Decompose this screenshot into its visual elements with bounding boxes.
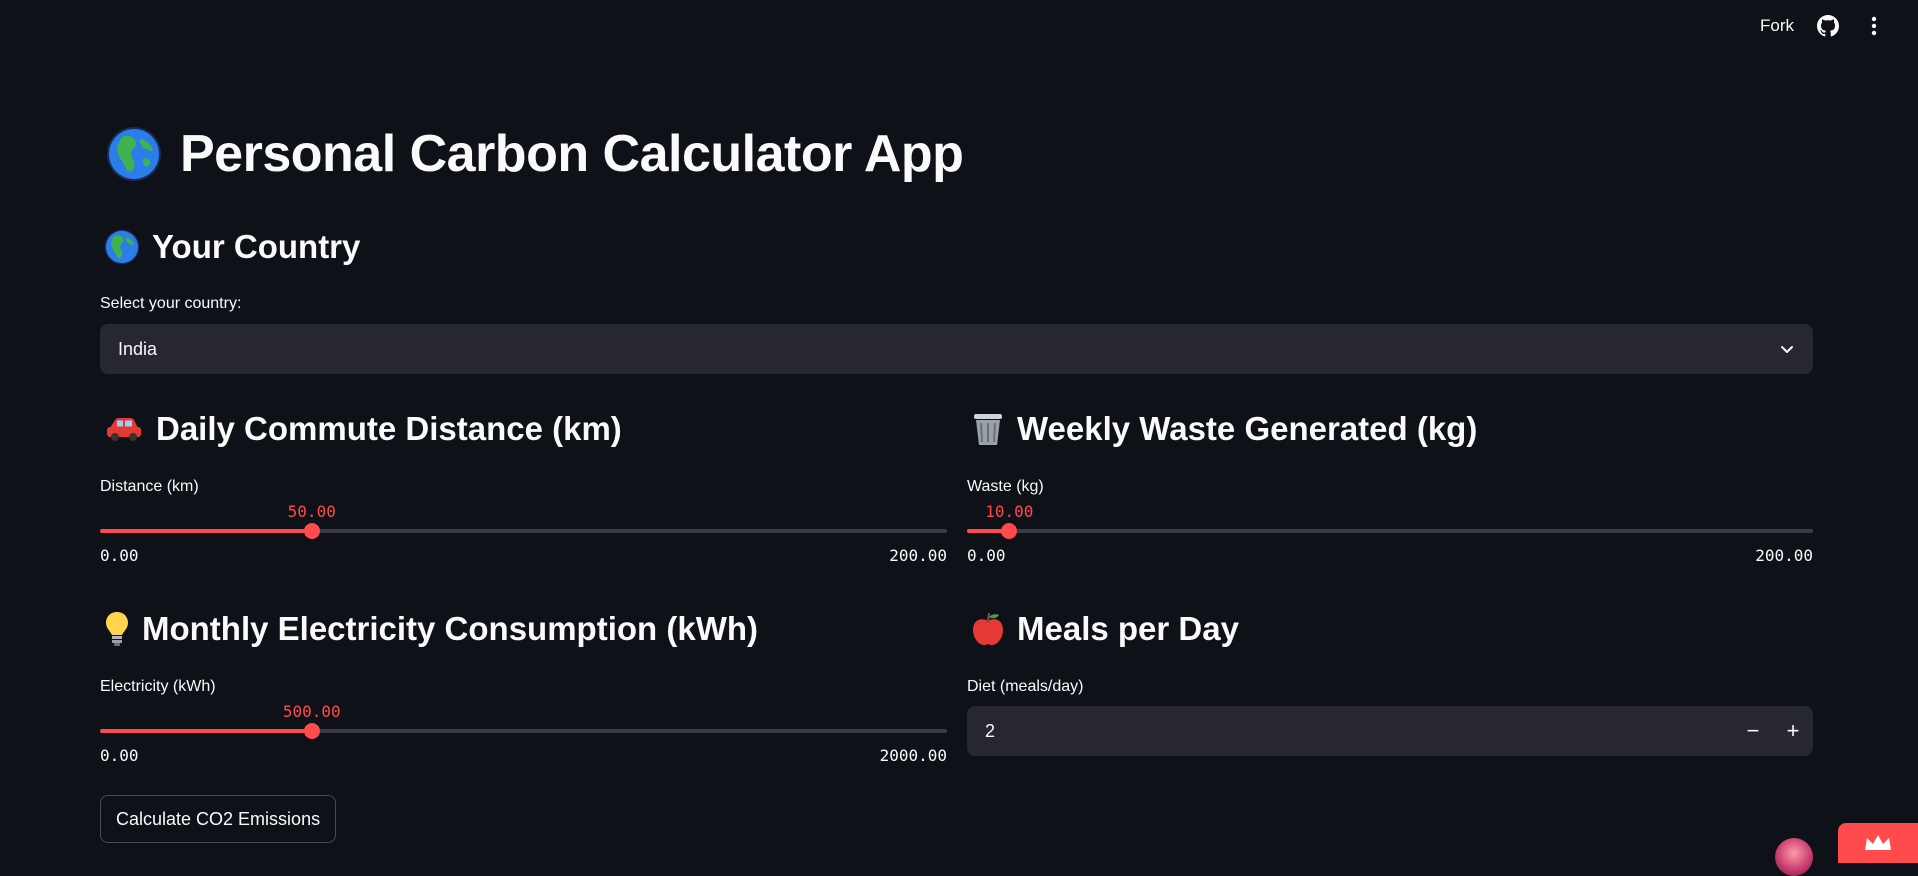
- electricity-slider[interactable]: 500.00 0.00 2000.00: [100, 698, 947, 768]
- wastebasket-icon: [974, 414, 1002, 445]
- slider-track: [967, 529, 1813, 533]
- commute-heading-text: Daily Commute Distance (km): [156, 410, 622, 447]
- crown-icon: [1865, 835, 1891, 850]
- country-heading-text: Your Country: [152, 228, 361, 265]
- light-bulb-icon: [106, 612, 128, 646]
- slider-thumb[interactable]: [303, 523, 320, 539]
- apple-icon: [973, 612, 1003, 646]
- slider-max: 200.00: [1755, 546, 1813, 565]
- page-title-row: Personal Carbon Calculator App: [106, 124, 964, 184]
- chevron-down-icon: [1781, 346, 1793, 353]
- country-select[interactable]: India: [100, 324, 1813, 374]
- country-label: Select your country:: [100, 295, 242, 312]
- slider-max: 2000.00: [879, 746, 947, 765]
- slider-fill: [100, 729, 312, 733]
- waste-label: Waste (kg): [967, 478, 1044, 495]
- slider-max: 200.00: [889, 546, 947, 565]
- slider-value: 50.00: [287, 502, 336, 521]
- meals-input-field[interactable]: [983, 719, 1733, 743]
- meals-label: Diet (meals/day): [967, 678, 1084, 695]
- decrement-button[interactable]: −: [1733, 706, 1773, 756]
- avatar[interactable]: [1775, 838, 1813, 876]
- slider-fill: [100, 529, 312, 533]
- fork-link[interactable]: Fork: [1760, 16, 1794, 36]
- commute-label: Distance (km): [100, 478, 199, 495]
- globe-icon: [107, 127, 161, 181]
- slider-min: 0.00: [967, 546, 1006, 565]
- meals-heading-text: Meals per Day: [1017, 610, 1239, 647]
- commute-slider[interactable]: 50.00 0.00 200.00: [100, 498, 947, 568]
- waste-heading-text: Weekly Waste Generated (kg): [1017, 410, 1478, 447]
- slider-min: 0.00: [100, 746, 139, 765]
- globe-icon: [104, 229, 140, 265]
- slider-min: 0.00: [100, 546, 139, 565]
- kebab-menu-icon[interactable]: [1862, 14, 1886, 38]
- github-icon[interactable]: [1816, 14, 1840, 38]
- meals-heading: Meals per Day: [971, 610, 1239, 648]
- electricity-heading-text: Monthly Electricity Consumption (kWh): [142, 610, 758, 647]
- top-toolbar: Fork: [1760, 0, 1918, 52]
- electricity-heading: Monthly Electricity Consumption (kWh): [104, 610, 758, 648]
- slider-thumb[interactable]: [1001, 523, 1018, 539]
- car-icon: [107, 418, 141, 441]
- streamlit-badge[interactable]: [1838, 823, 1918, 863]
- slider-value: 500.00: [282, 702, 341, 721]
- meals-number-input[interactable]: − +: [967, 706, 1813, 756]
- waste-heading: Weekly Waste Generated (kg): [971, 410, 1477, 448]
- country-selected-value: India: [118, 338, 158, 359]
- increment-button[interactable]: +: [1773, 706, 1813, 756]
- commute-heading: Daily Commute Distance (km): [104, 410, 622, 448]
- slider-thumb[interactable]: [303, 723, 320, 739]
- calculate-co2-button[interactable]: Calculate CO2 Emissions: [100, 795, 337, 843]
- country-heading: Your Country: [104, 228, 360, 266]
- waste-slider[interactable]: 10.00 0.00 200.00: [967, 498, 1813, 568]
- slider-value: 10.00: [985, 502, 1034, 521]
- electricity-label: Electricity (kWh): [100, 678, 216, 695]
- page-title: Personal Carbon Calculator App: [180, 125, 964, 183]
